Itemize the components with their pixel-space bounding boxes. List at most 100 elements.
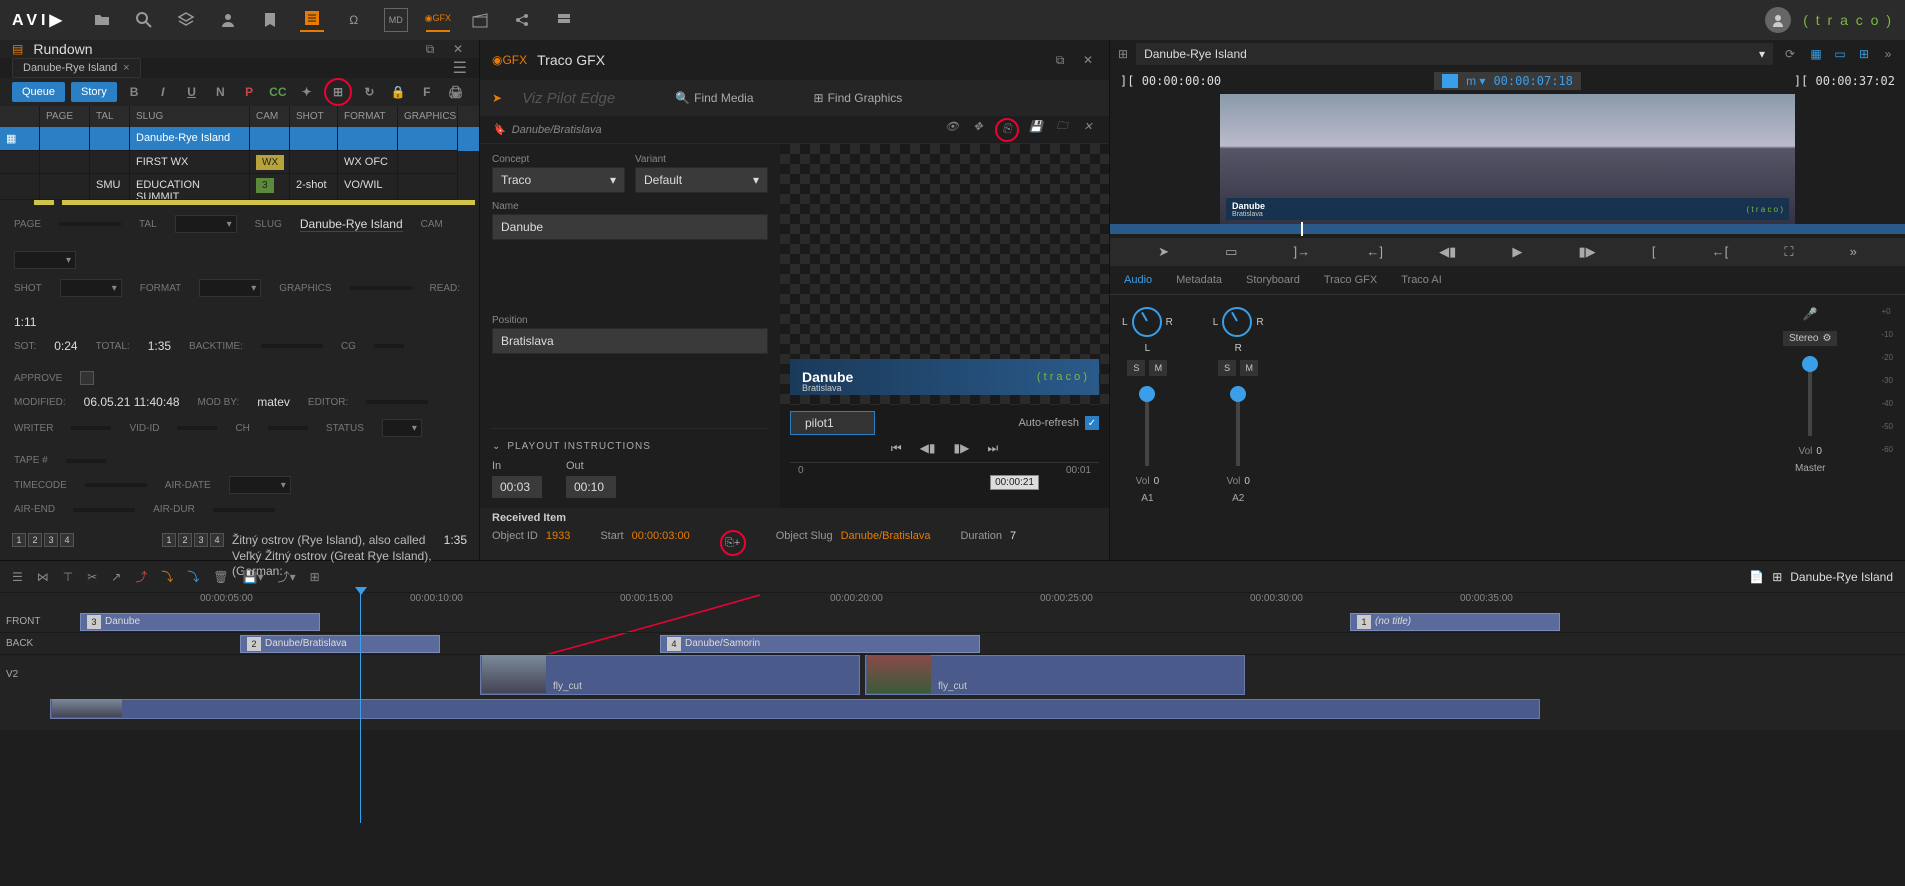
volume-slider[interactable] [1236,386,1240,466]
md-icon[interactable]: MD [384,8,408,32]
find-media-button[interactable]: 🔍 Find Media [675,91,753,105]
ruler-marker[interactable]: 00:00:21 [990,475,1039,490]
tab-tracogfx[interactable]: Traco GFX [1324,274,1377,286]
story-button[interactable]: Story [71,82,117,102]
more-icon[interactable]: » [1879,45,1897,63]
gfx-icon[interactable]: ◉GFX [426,8,450,32]
print-icon[interactable]: 🖨 [444,80,467,104]
layout-1-icon[interactable]: ▦ [1807,45,1825,63]
solo-button[interactable]: S [1127,360,1145,376]
tc-mode[interactable]: m ▾ [1466,74,1485,88]
pan-knob[interactable] [1222,307,1252,337]
pilot-name[interactable]: pilot1 [790,411,875,435]
add-to-timeline-button[interactable]: ⎘+ [720,530,746,556]
n-button[interactable]: N [209,80,232,104]
server-icon[interactable] [552,8,576,32]
trash-icon[interactable]: 🗑 [213,570,228,584]
close-x-icon[interactable]: ✕ [1079,118,1097,136]
script-num-1[interactable]: 1 [12,533,26,547]
concept-select[interactable]: Traco▾ [492,167,625,193]
close-icon[interactable]: ✕ [1079,51,1097,69]
queue-button[interactable]: Queue [12,82,65,102]
split-icon[interactable]: ⊤ [63,570,73,584]
playhead[interactable] [360,593,361,823]
mark-out-icon[interactable]: ←] [1366,244,1383,260]
tab-close-icon[interactable]: × [123,62,129,74]
video-preview[interactable]: Danube Bratislava ( t r a c o ) [1220,94,1795,224]
locate-icon[interactable]: ➤ [1158,244,1169,260]
fullscreen-icon[interactable]: ⛶ [1784,244,1793,260]
rewind-icon[interactable]: ◀▮ [1439,244,1456,260]
video-clip[interactable] [50,699,1540,719]
cut-icon[interactable]: ✂ [87,570,97,584]
script-num-3b[interactable]: 3 [194,533,208,547]
step-back-icon[interactable]: ◀▮ [920,441,936,456]
skip-start-icon[interactable]: ⏮ [891,441,902,456]
solo-button[interactable]: S [1218,360,1236,376]
mute-button[interactable]: M [1240,360,1258,376]
omega-icon[interactable]: Ω [342,8,366,32]
hide-icon[interactable]: 👁 [943,118,961,136]
cc-button[interactable]: CC [266,80,289,104]
layout-3-icon[interactable]: ⊞ [1855,45,1873,63]
f-button[interactable]: F [415,80,438,104]
join-icon[interactable]: ⋈ [37,570,49,584]
move-icon[interactable]: ✥ [969,118,987,136]
meta-slug-value[interactable]: Danube-Rye Island [300,217,403,232]
grid-row[interactable]: FIRST WX WX WX OFC [0,151,479,174]
bracket-close-icon[interactable]: ←[ [1712,244,1729,260]
grid-button[interactable]: ⊞ [326,80,350,104]
scrub-bar[interactable] [1110,224,1905,234]
grid-row[interactable]: SMU EDUCATION SUMMIT 3 2-shot VO/WIL [0,174,479,200]
tab-storyboard[interactable]: Storyboard [1246,274,1300,286]
meta-sot-value[interactable]: 0:24 [54,339,77,353]
timeline-clip[interactable]: 2 Danube/Bratislava [240,635,440,653]
script-num-2b[interactable]: 2 [178,533,192,547]
stereo-badge[interactable]: Stereo ⚙ [1783,331,1837,346]
script-num-2[interactable]: 2 [28,533,42,547]
pan-knob[interactable] [1132,307,1162,337]
track-back[interactable]: BACK 2 Danube/Bratislava 4 Danube/Samori… [0,633,1905,655]
in-value[interactable]: 00:03 [492,476,542,498]
overwrite-icon[interactable]: ⤵ [161,568,173,585]
track-v2[interactable]: V2 fly_cut fly_cut [0,655,1905,699]
timeline-clip[interactable]: 4 Danube/Samorin [660,635,980,653]
monitor-title-select[interactable]: Danube-Rye Island▾ [1136,43,1773,65]
approve-checkbox[interactable] [80,371,94,385]
lift-icon[interactable]: ↗ [111,570,121,584]
position-input[interactable]: Bratislava [492,328,768,354]
variant-select[interactable]: Default▾ [635,167,768,193]
timeline-clip[interactable]: 1 (no title) [1350,613,1560,631]
bold-button[interactable]: B [123,80,146,104]
share-icon[interactable] [510,8,534,32]
p-button[interactable]: P [238,80,261,104]
more-icon[interactable]: » [1850,244,1857,260]
refresh-icon[interactable]: ⟳ [1781,45,1799,63]
wand-icon[interactable]: ✦ [295,80,318,104]
chevron-down-icon[interactable]: ⌄ [492,441,501,452]
mark-in-icon[interactable]: ]→ [1294,244,1311,260]
list-icon[interactable]: ☰ [12,570,23,584]
volume-slider[interactable] [1145,386,1149,466]
hamburger-icon[interactable]: ☰ [453,58,467,78]
track-v1[interactable] [0,699,1905,723]
clapper-icon[interactable] [468,8,492,32]
frame-icon[interactable]: ▭ [1225,244,1237,260]
name-input[interactable]: Danube [492,214,768,240]
auto-refresh-checkbox[interactable]: ✓ [1085,416,1099,430]
timeline-ruler[interactable]: 00:00:05:00 00:00:10:00 00:00:15:00 00:0… [0,593,1905,611]
tab-tracoai[interactable]: Traco AI [1401,274,1442,286]
script-num-3[interactable]: 3 [44,533,58,547]
master-slider[interactable] [1808,356,1812,436]
video-clip[interactable]: fly_cut [480,655,860,695]
grid-row[interactable]: ▦ Danube-Rye Island [0,127,479,151]
mute-button[interactable]: M [1149,360,1167,376]
step-fwd-icon[interactable]: ▮▶ [954,441,970,456]
popout-icon[interactable]: ⧉ [1051,51,1069,69]
folder-icon[interactable]: 🗀 [1053,118,1071,136]
insert-icon[interactable]: ⤵ [187,568,199,585]
search-icon[interactable] [132,8,156,32]
save-dropdown[interactable]: 💾▾ [243,570,264,584]
add-new-icon[interactable]: ⎘ [998,121,1016,139]
underline-button[interactable]: U [180,80,203,104]
